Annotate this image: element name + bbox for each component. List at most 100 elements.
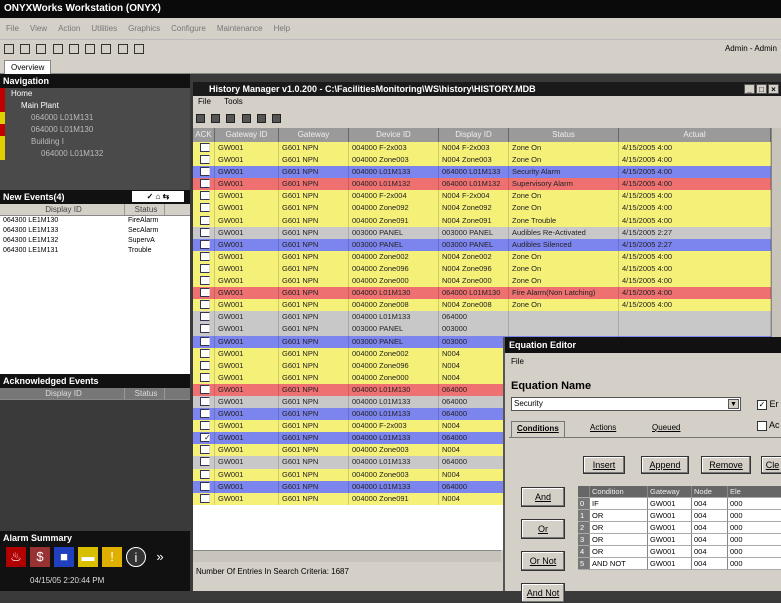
ack-checkbox[interactable] [200,384,210,394]
ack-checkbox[interactable] [200,276,210,286]
ack-checkbox[interactable] [200,312,210,322]
col-status[interactable]: Status [125,388,165,399]
tree-item[interactable]: Main Plant [0,100,190,112]
chevron-down-icon[interactable]: ▼ [728,399,739,409]
logic-and-not-button[interactable]: And Not [521,583,565,603]
ack-checkbox[interactable] [200,445,210,455]
col-display-id[interactable]: Display ID [0,388,125,399]
ack-checkbox[interactable] [200,457,210,467]
table-row[interactable]: GW001 G601 NPN 004000 Zone096 N004 Zone096 Z… [193,262,771,276]
menu-action[interactable]: Action [52,18,85,33]
navigation-tree[interactable]: Home Main Plant 064000 L01M131 064000 L01M1… [0,88,190,190]
ack-checkbox[interactable] [200,348,210,358]
zoom-out-icon[interactable] [117,44,128,54]
col-display-id[interactable]: Display ID [439,128,509,142]
home-icon[interactable] [36,44,47,54]
table-row[interactable]: GW001 G601 NPN 004000 Zone003 N004 Zone003 Z… [193,154,771,167]
ack-checkbox[interactable] [200,179,210,189]
warning-icon[interactable]: ! [102,547,122,567]
print-icon[interactable] [52,44,63,54]
edit-icon[interactable] [68,44,79,54]
logic-and-button[interactable]: And [521,487,565,507]
tab-queued[interactable]: Queued [647,421,685,437]
minimize-icon[interactable]: _ [744,84,755,94]
table-row[interactable]: GW001 G601 NPN 003000 PANEL 003000 PANEL Aud… [193,226,771,239]
ack-checkbox[interactable] [200,263,210,273]
col-device-id[interactable]: Device ID [349,128,439,142]
menu-file[interactable]: File [0,18,24,33]
search-icon[interactable] [85,44,96,54]
ack-checkbox[interactable] [200,167,210,177]
condition-row[interactable]: 0 IF GW001 004 000 [578,498,781,510]
close-icon[interactable]: × [768,84,779,94]
ack-checkbox[interactable] [200,372,210,382]
grid-icon[interactable] [133,44,144,54]
table-row[interactable]: GW001 G601 NPN 004000 Zone008 N004 Zone008 Z… [193,299,771,312]
ack-checkbox[interactable] [200,360,210,370]
event-row[interactable]: 064300 LE1M131 Trouble [0,246,190,256]
ack-checkbox[interactable] [200,421,210,431]
ack-checkbox[interactable] [200,215,210,225]
event-row[interactable]: 064300 LE1M133 SecAlarm [0,226,190,236]
table-row[interactable]: GW001 G601 NPN 004000 L01M133 064000 L01M13… [193,166,771,179]
ack-checkbox[interactable] [200,493,210,503]
tree-item[interactable]: Building I [0,136,190,148]
table-row[interactable]: GW001 G601 NPN 004000 L01M130 064000 L01M13… [193,287,771,300]
table-row[interactable]: GW001 G601 NPN 004000 Zone091 N004 Zone091 Z… [193,214,771,227]
col-actual[interactable]: Actual [619,128,771,142]
history-horizontal-scrollbar[interactable] [193,550,501,562]
condition-row[interactable]: 1 OR GW001 004 000 [578,510,781,522]
ack-checkbox[interactable] [200,396,210,406]
eq-menu-file[interactable]: File [511,357,524,366]
menu-help[interactable]: Help [268,18,295,33]
menu-view[interactable]: View [24,18,52,33]
equation-name-select[interactable]: Security ▼ [511,397,741,411]
trouble-icon[interactable]: ▬ [78,547,98,567]
menu-utilities[interactable]: Utilities [85,18,122,33]
condition-row[interactable]: 4 OR GW001 004 000 [578,546,781,558]
tab-actions[interactable]: Actions [585,421,621,437]
ack-checkbox[interactable] [200,481,210,491]
table-row[interactable]: GW001 G601 NPN 004000 L01M132 064000 L01M13… [193,178,771,191]
col-status[interactable]: Status [125,204,165,215]
ack-checkbox[interactable] [200,336,210,346]
info-icon[interactable]: i [126,547,146,567]
col-gateway[interactable]: Gateway [279,128,349,142]
insert-button[interactable]: Insert [583,456,625,474]
cond-col-header[interactable]: Condition [590,486,648,498]
col-gateway-id[interactable]: Gateway ID [215,128,279,142]
table-row[interactable]: GW001 G601 NPN 004000 Zone000 N004 Zone000 Z… [193,275,771,288]
forward-icon[interactable] [20,44,31,54]
logic-or-button[interactable]: Or [521,519,565,539]
menu-maintenance[interactable]: Maintenance [211,18,268,33]
logic-or-not-button[interactable]: Or Not [521,551,565,571]
clear-button[interactable]: Cle [761,456,781,474]
event-row[interactable]: 064300 LE1M132 SupervA [0,236,190,246]
condition-row[interactable]: 2 OR GW001 004 000 [578,522,781,534]
find-next-icon[interactable] [226,114,236,123]
find-icon[interactable] [211,114,221,123]
ack-checkbox[interactable] [200,409,210,419]
remove-button[interactable]: Remove [701,456,751,474]
tree-item[interactable]: Home [0,88,190,100]
table-row[interactable]: GW001 G601 NPN 003000 PANEL 003000 PANEL Aud… [193,238,771,251]
table-row[interactable]: GW001 G601 NPN 004000 L01M133 064000 [193,311,771,324]
back-icon[interactable] [4,44,14,54]
ack-checkbox[interactable] [200,469,210,479]
ack-checkbox[interactable] [200,251,210,261]
ack-tools[interactable]: ✓ ⌂ ⇆ [132,191,184,202]
table-row[interactable]: GW001 G601 NPN 004000 Zone092 N004 Zone092 Z… [193,202,771,215]
fire-alarm-icon[interactable]: ♨ [6,547,26,567]
ack-checkbox[interactable] [200,300,210,310]
col-display-id[interactable]: Display ID [0,204,125,215]
zoom-in-icon[interactable] [101,44,112,54]
lock-icon[interactable]: ■ [54,547,74,567]
supervisory-icon[interactable]: $ [30,547,50,567]
cond-col-header[interactable]: Ele [728,486,781,498]
menu-tools[interactable]: Tools [224,97,243,106]
condition-row[interactable]: 5 AND NOT GW001 004 000 [578,558,781,570]
col-status[interactable]: Status [509,128,619,142]
append-button[interactable]: Append [641,456,689,474]
ack-checkbox[interactable]: ✓ [200,433,210,443]
ack-checkbox[interactable] [200,143,210,152]
